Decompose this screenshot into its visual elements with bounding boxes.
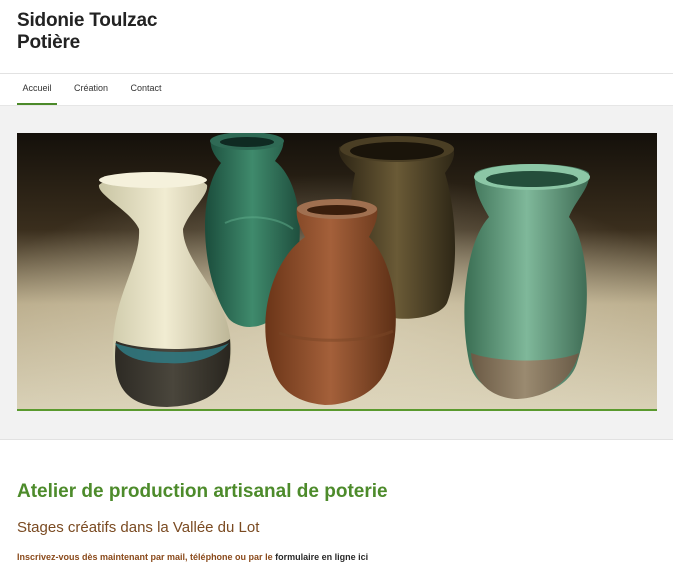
signup-call-to-action: Inscrivez-vous dès maintenant par mail, … (17, 552, 368, 562)
pottery-vases-illustration (17, 133, 657, 409)
cta-text: Inscrivez-vous dès maintenant par mail, … (17, 552, 276, 562)
hero-banner (0, 106, 673, 440)
site-header: Sidonie Toulzac Potière (0, 0, 673, 74)
main-navigation: Accueil Création Contact (0, 74, 673, 106)
site-title-profession[interactable]: Potière (17, 32, 157, 54)
page-heading: Atelier de production artisanal de poter… (17, 481, 388, 502)
main-content: Atelier de production artisanal de poter… (0, 440, 673, 583)
nav-item-accueil[interactable]: Accueil (17, 74, 57, 105)
page-subheading: Stages créatifs dans la Vallée du Lot (17, 519, 260, 536)
nav-item-contact[interactable]: Contact (126, 74, 166, 103)
site-title-name[interactable]: Sidonie Toulzac (17, 10, 157, 32)
nav-item-creation[interactable]: Création (70, 74, 112, 103)
online-form-link[interactable]: formulaire en ligne ici (275, 552, 368, 562)
site-title[interactable]: Sidonie Toulzac Potière (17, 10, 157, 54)
pottery-vases-photo (17, 133, 657, 411)
green-vase (464, 164, 590, 399)
